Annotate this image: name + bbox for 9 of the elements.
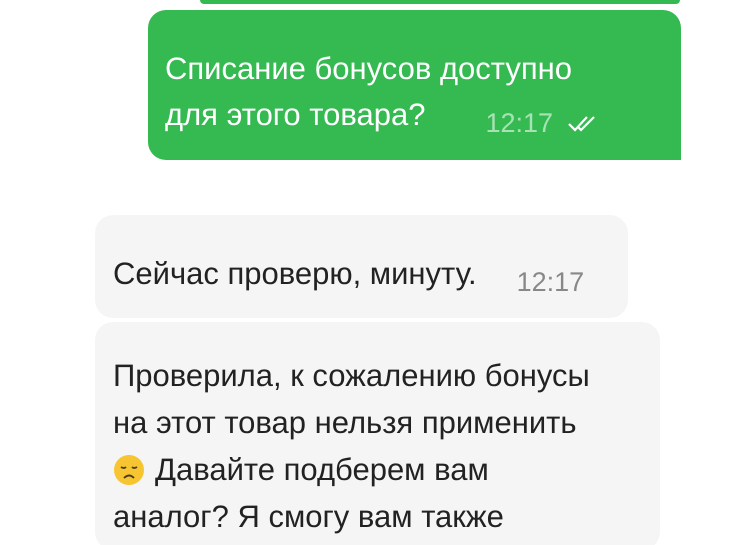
message-text: Проверила, к сожалению бонусы bbox=[113, 358, 590, 394]
message-text: на этот товар нельзя применить bbox=[113, 404, 577, 440]
message-text: аналог? Я смогу вам также bbox=[113, 498, 504, 534]
message-text: для этого товара? bbox=[165, 97, 426, 133]
message-text: Давайте подберем вам bbox=[155, 452, 489, 488]
message-text: Списание бонусов доступно bbox=[165, 51, 572, 87]
message-time: 12:17 bbox=[516, 266, 584, 298]
message-text: Сейчас проверю, минуту. bbox=[113, 256, 477, 292]
message-time: 12:17 bbox=[485, 108, 554, 138]
